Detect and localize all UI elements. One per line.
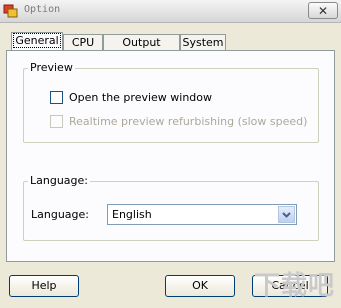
app-icon [3, 4, 18, 18]
language-dropdown-button[interactable] [278, 206, 295, 223]
realtime-preview-label: Realtime preview refurbishing (slow spee… [69, 115, 308, 128]
preview-group-legend: Preview [28, 61, 75, 74]
realtime-preview-checkbox [50, 115, 63, 128]
help-button[interactable]: Help [9, 275, 79, 297]
preview-group: Preview Open the preview window Realtime… [23, 61, 319, 143]
tab-general-label: General [13, 33, 61, 48]
tab-system[interactable]: System [180, 34, 226, 51]
language-label: Language: [31, 208, 89, 221]
general-tab-panel: Preview Open the preview window Realtime… [6, 50, 335, 262]
language-select-value: English [112, 208, 152, 221]
window-title: Option [24, 4, 61, 15]
ok-button[interactable]: OK [165, 275, 235, 297]
chevron-down-icon [282, 212, 291, 218]
tab-general[interactable]: General [11, 32, 63, 51]
watermark: 下载吧 [253, 271, 335, 301]
open-preview-checkbox[interactable] [50, 91, 63, 104]
tab-cpu[interactable]: CPU [63, 34, 103, 51]
language-select[interactable]: English [107, 204, 297, 225]
title-bar[interactable]: Option ✕ [0, 0, 341, 23]
tab-output-folder[interactable]: Output Folder [103, 34, 180, 65]
close-button[interactable]: ✕ [308, 2, 338, 19]
language-group-legend: Language: [28, 174, 90, 187]
help-button-label: Help [31, 279, 57, 292]
close-icon: ✕ [317, 4, 329, 18]
tab-system-label: System [182, 36, 224, 49]
open-preview-label[interactable]: Open the preview window [69, 91, 212, 104]
ok-button-label: OK [192, 279, 208, 292]
tab-cpu-label: CPU [71, 36, 95, 49]
